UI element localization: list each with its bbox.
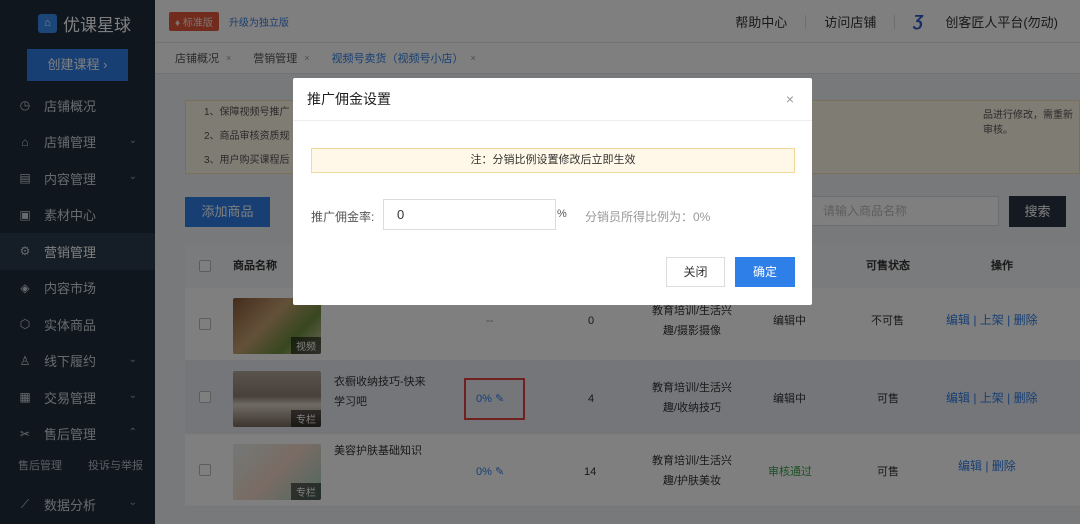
rate-label: 推广佣金率: <box>311 210 375 224</box>
cancel-button[interactable]: 关闭 <box>666 257 725 287</box>
close-icon[interactable]: × <box>786 91 794 107</box>
confirm-button[interactable]: 确定 <box>735 257 795 287</box>
modal-header: 推广佣金设置 × <box>293 78 812 121</box>
commission-modal: 推广佣金设置 × 注：分销比例设置修改后立即生效 推广佣金率: 0 % 分销员所… <box>293 78 812 305</box>
modal-tip: 注：分销比例设置修改后立即生效 <box>311 148 795 173</box>
rate-unit: % <box>557 208 567 220</box>
distributor-ratio-hint: 分销员所得比例为：0% <box>585 210 711 224</box>
modal-title: 推广佣金设置 <box>307 91 391 107</box>
commission-rate-input[interactable]: 0 <box>383 199 556 230</box>
